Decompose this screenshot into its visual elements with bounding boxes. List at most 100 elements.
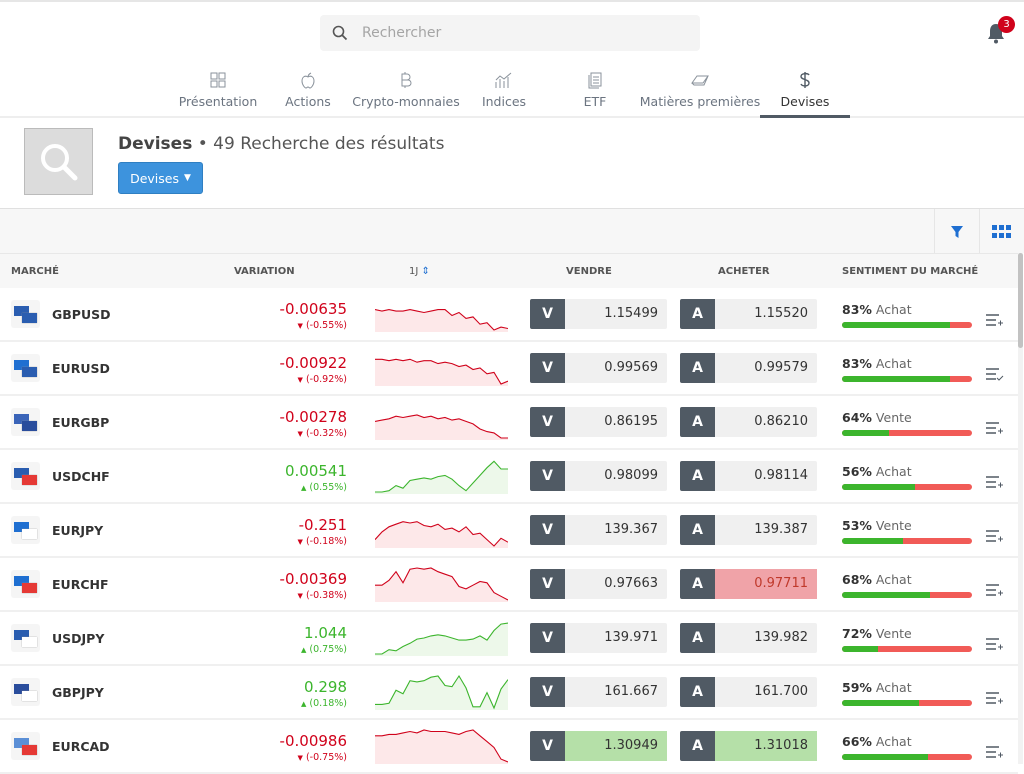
- market-sentiment: 72% Vente: [842, 626, 972, 652]
- add-to-watchlist-icon[interactable]: [985, 690, 1005, 706]
- sparkline-chart: [375, 729, 508, 764]
- market-name[interactable]: EURCHF: [52, 577, 109, 592]
- sentiment-bar: [842, 592, 972, 598]
- sell-button[interactable]: V 0.99569: [530, 353, 667, 383]
- buy-button[interactable]: A 1.31018: [680, 731, 817, 761]
- table-row[interactable]: USDCHF 0.00541 ▲ (0.55%) V 0.98099 A 0.981…: [0, 450, 1018, 504]
- category-dropdown[interactable]: Devises ▼: [118, 162, 203, 194]
- table-row[interactable]: EURCAD -0.00986 ▼ (-0.75%) V 1.30949 A 1.3…: [0, 720, 1018, 774]
- table-row[interactable]: GBPJPY 0.298 ▲ (0.18%) V 161.667 A 161.700…: [0, 666, 1018, 720]
- table-row[interactable]: USDJPY 1.044 ▲ (0.75%) V 139.971 A 139.982…: [0, 612, 1018, 666]
- scrollbar-thumb[interactable]: [1018, 253, 1023, 348]
- search-input[interactable]: [362, 25, 662, 41]
- market-name[interactable]: EURCAD: [52, 739, 110, 754]
- col-sell[interactable]: VENDRE: [566, 266, 612, 277]
- tab-label: Présentation: [178, 94, 258, 109]
- buy-button[interactable]: A 1.15520: [680, 299, 817, 329]
- buy-price: 161.700: [754, 684, 808, 699]
- add-to-watchlist-icon[interactable]: [985, 744, 1005, 760]
- table-row[interactable]: EURCHF -0.00369 ▼ (-0.38%) V 0.97663 A 0.9…: [0, 558, 1018, 612]
- table-row[interactable]: GBPUSD -0.00635 ▼ (-0.55%) V 1.15499 A 1.1…: [0, 288, 1018, 342]
- chart-icon: [474, 66, 534, 94]
- table-header: MARCHÉ VARIATION 1J ⇕ VENDRE ACHETER SEN…: [0, 253, 1018, 288]
- sparkline-chart: [375, 414, 508, 440]
- change-percent: (-0.32%): [305, 428, 347, 439]
- gold-bar-icon: [638, 66, 762, 94]
- market-name[interactable]: EURGBP: [52, 415, 109, 430]
- table-row[interactable]: EURUSD -0.00922 ▼ (-0.92%) V 0.99569 A 0.9…: [0, 342, 1018, 396]
- change-value: -0.00635: [279, 300, 347, 318]
- add-to-watchlist-icon[interactable]: [985, 528, 1005, 544]
- add-to-watchlist-icon[interactable]: [985, 636, 1005, 652]
- sell-price: 161.667: [604, 684, 658, 699]
- sell-button[interactable]: V 1.30949: [530, 731, 667, 761]
- buy-key: A: [680, 569, 715, 599]
- market-name[interactable]: USDJPY: [52, 631, 104, 646]
- sell-key: V: [530, 299, 565, 329]
- tab-etf[interactable]: ETF: [566, 66, 624, 118]
- col-sentiment[interactable]: SENTIMENT DU MARCHÉ: [842, 266, 978, 277]
- search-box[interactable]: [320, 15, 700, 51]
- sell-button[interactable]: V 0.97663: [530, 569, 667, 599]
- sparkline-area: [375, 415, 508, 440]
- market-name[interactable]: EURUSD: [52, 361, 110, 376]
- col-market[interactable]: MARCHÉ: [11, 266, 59, 277]
- sparkline-chart: [375, 567, 508, 602]
- buy-button[interactable]: A 139.387: [680, 515, 817, 545]
- col-buy[interactable]: ACHETER: [718, 266, 770, 277]
- arrow-down-icon: ▼: [297, 538, 303, 546]
- buy-button[interactable]: A 0.99579: [680, 353, 817, 383]
- tab-devises[interactable]: Devises: [760, 66, 850, 118]
- add-to-watchlist-icon[interactable]: [985, 312, 1005, 328]
- sell-button[interactable]: V 1.15499: [530, 299, 667, 329]
- market-name[interactable]: GBPJPY: [52, 685, 104, 700]
- filter-button[interactable]: [934, 209, 978, 254]
- tab-label: ETF: [583, 94, 607, 109]
- markets-table: GBPUSD -0.00635 ▼ (-0.55%) V 1.15499 A 1.1…: [0, 288, 1018, 774]
- sell-key: V: [530, 569, 565, 599]
- market-name[interactable]: EURJPY: [52, 523, 103, 538]
- col-period[interactable]: 1J ⇕: [409, 266, 430, 277]
- market-name[interactable]: GBPUSD: [52, 307, 110, 322]
- tab-actions[interactable]: Actions: [279, 66, 337, 118]
- variation: 1.044 ▲ (0.75%): [301, 624, 347, 655]
- sort-icon: ⇕: [421, 266, 430, 277]
- sentiment-bar-buy: [842, 430, 889, 436]
- tab-crypto-monnaies[interactable]: Crypto-monnaies: [352, 66, 460, 118]
- sentiment-label: Achat: [875, 572, 912, 587]
- buy-button[interactable]: A 161.700: [680, 677, 817, 707]
- market-name[interactable]: USDCHF: [52, 469, 110, 484]
- buy-button[interactable]: A 139.982: [680, 623, 817, 653]
- sentiment-label: Vente: [875, 626, 912, 641]
- buy-button[interactable]: A 0.98114: [680, 461, 817, 491]
- sentiment-label: Achat: [875, 302, 912, 317]
- sell-button[interactable]: V 161.667: [530, 677, 667, 707]
- buy-price: 1.15520: [754, 306, 808, 321]
- col-variation[interactable]: VARIATION: [234, 266, 295, 277]
- sell-button[interactable]: V 139.971: [530, 623, 667, 653]
- change-percent: (0.75%): [309, 644, 347, 655]
- add-to-watchlist-icon[interactable]: [985, 582, 1005, 598]
- change-value: -0.00278: [279, 408, 347, 426]
- table-row[interactable]: EURGBP -0.00278 ▼ (-0.32%) V 0.86195 A 0.8…: [0, 396, 1018, 450]
- sell-button[interactable]: V 0.86195: [530, 407, 667, 437]
- sentiment-label: Achat: [875, 734, 912, 749]
- grid-icon: [991, 224, 1011, 238]
- tab-indices[interactable]: Indices: [474, 66, 534, 118]
- table-row[interactable]: EURJPY -0.251 ▼ (-0.18%) V 139.367 A 139.3…: [0, 504, 1018, 558]
- currency-flag-icon: [11, 570, 40, 598]
- add-to-watchlist-icon[interactable]: [985, 420, 1005, 436]
- sell-button[interactable]: V 0.98099: [530, 461, 667, 491]
- scrollbar[interactable]: [1018, 253, 1023, 764]
- add-to-watchlist-icon[interactable]: [985, 474, 1005, 490]
- currency-flag-icon: [11, 516, 40, 544]
- tab-matieres-premieres[interactable]: Matières premières: [638, 66, 762, 118]
- sell-button[interactable]: V 139.367: [530, 515, 667, 545]
- sentiment-percent: 64%: [842, 410, 872, 425]
- buy-button[interactable]: A 0.97711: [680, 569, 817, 599]
- tab-presentation[interactable]: Présentation: [175, 66, 261, 118]
- category-thumbnail: [24, 128, 93, 195]
- grid-view-button[interactable]: [979, 209, 1023, 254]
- watchlist-added-icon[interactable]: [985, 366, 1005, 382]
- buy-button[interactable]: A 0.86210: [680, 407, 817, 437]
